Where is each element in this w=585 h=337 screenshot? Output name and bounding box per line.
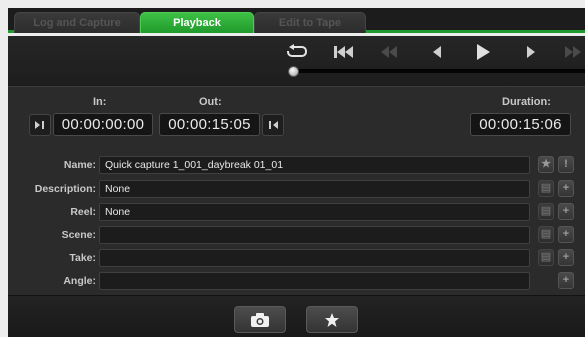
fast-forward-icon (565, 46, 581, 58)
tab-edit-to-tape[interactable]: Edit to Tape (254, 12, 366, 33)
out-label: Out: (199, 96, 222, 108)
take-field[interactable] (99, 249, 530, 267)
snapshot-button[interactable] (234, 306, 286, 333)
name-field[interactable]: Quick capture 1_001_daybreak 01_01 (99, 156, 530, 174)
list-icon: ▤ (540, 205, 552, 217)
angle-add-button[interactable]: + (558, 272, 574, 289)
playback-window: Log and Capture Playback Edit to Tape In… (0, 0, 585, 337)
step-back-button[interactable] (422, 43, 452, 61)
rewind-icon (381, 46, 397, 58)
transport-controls (8, 36, 585, 86)
play-button[interactable] (468, 43, 498, 61)
reel-list-button[interactable]: ▤ (538, 203, 554, 220)
reel-label: Reel: (70, 206, 96, 218)
plus-icon: + (562, 228, 570, 240)
play-icon (477, 44, 490, 60)
take-add-button[interactable]: + (558, 249, 574, 266)
tab-log-and-capture[interactable]: Log and Capture (14, 12, 140, 33)
description-field[interactable]: None (99, 180, 530, 198)
list-icon: ▤ (540, 251, 552, 263)
go-to-in-icon (35, 121, 44, 129)
loop-icon (287, 44, 307, 57)
scrubber-track[interactable] (295, 69, 585, 73)
scrubber-handle[interactable] (288, 66, 299, 77)
skip-to-start-icon (334, 46, 353, 58)
fast-forward-button[interactable] (558, 43, 585, 61)
out-timecode[interactable]: 00:00:15:05 (159, 113, 260, 136)
go-to-out-button[interactable] (262, 114, 284, 136)
mark-favorite-button[interactable] (306, 306, 358, 333)
list-icon: ▤ (540, 182, 552, 194)
rewind-button[interactable] (374, 43, 404, 61)
go-to-in-button[interactable] (29, 114, 51, 136)
info-name-button[interactable]: ! (558, 156, 574, 173)
exclamation-icon: ! (564, 158, 568, 170)
duration-timecode: 00:00:15:06 (470, 113, 571, 136)
bottom-toolbar (8, 295, 585, 337)
angle-label: Angle: (63, 275, 96, 287)
star-icon: ★ (541, 158, 551, 170)
plus-icon: + (562, 182, 570, 194)
description-list-button[interactable]: ▤ (538, 180, 554, 197)
scene-add-button[interactable]: + (558, 226, 574, 243)
step-forward-icon (527, 46, 535, 58)
description-label: Description: (34, 183, 96, 195)
description-add-button[interactable]: + (558, 180, 574, 197)
tab-bar: Log and Capture Playback Edit to Tape (8, 8, 585, 33)
in-label: In: (93, 96, 107, 108)
duration-label: Duration: (502, 96, 551, 108)
camera-icon (251, 312, 269, 327)
scene-field[interactable] (99, 226, 530, 244)
step-forward-button[interactable] (516, 43, 546, 61)
scene-label: Scene: (61, 229, 96, 241)
name-label: Name: (63, 159, 96, 171)
skip-to-start-button[interactable] (328, 43, 358, 61)
take-list-button[interactable]: ▤ (538, 249, 554, 266)
scene-list-button[interactable]: ▤ (538, 226, 554, 243)
reel-field[interactable]: None (99, 203, 530, 221)
step-back-icon (433, 46, 441, 58)
list-icon: ▤ (540, 228, 552, 240)
plus-icon: + (562, 274, 570, 286)
in-timecode[interactable]: 00:00:00:00 (53, 113, 153, 136)
go-to-out-icon (269, 121, 278, 129)
tab-playback[interactable]: Playback (140, 12, 254, 33)
reel-add-button[interactable]: + (558, 203, 574, 220)
favorite-name-button[interactable]: ★ (538, 156, 554, 173)
loop-button[interactable] (282, 43, 312, 61)
angle-field[interactable] (99, 272, 530, 290)
plus-icon: + (562, 251, 570, 263)
plus-icon: + (562, 205, 570, 217)
take-label: Take: (69, 252, 96, 264)
star-icon (325, 312, 339, 327)
